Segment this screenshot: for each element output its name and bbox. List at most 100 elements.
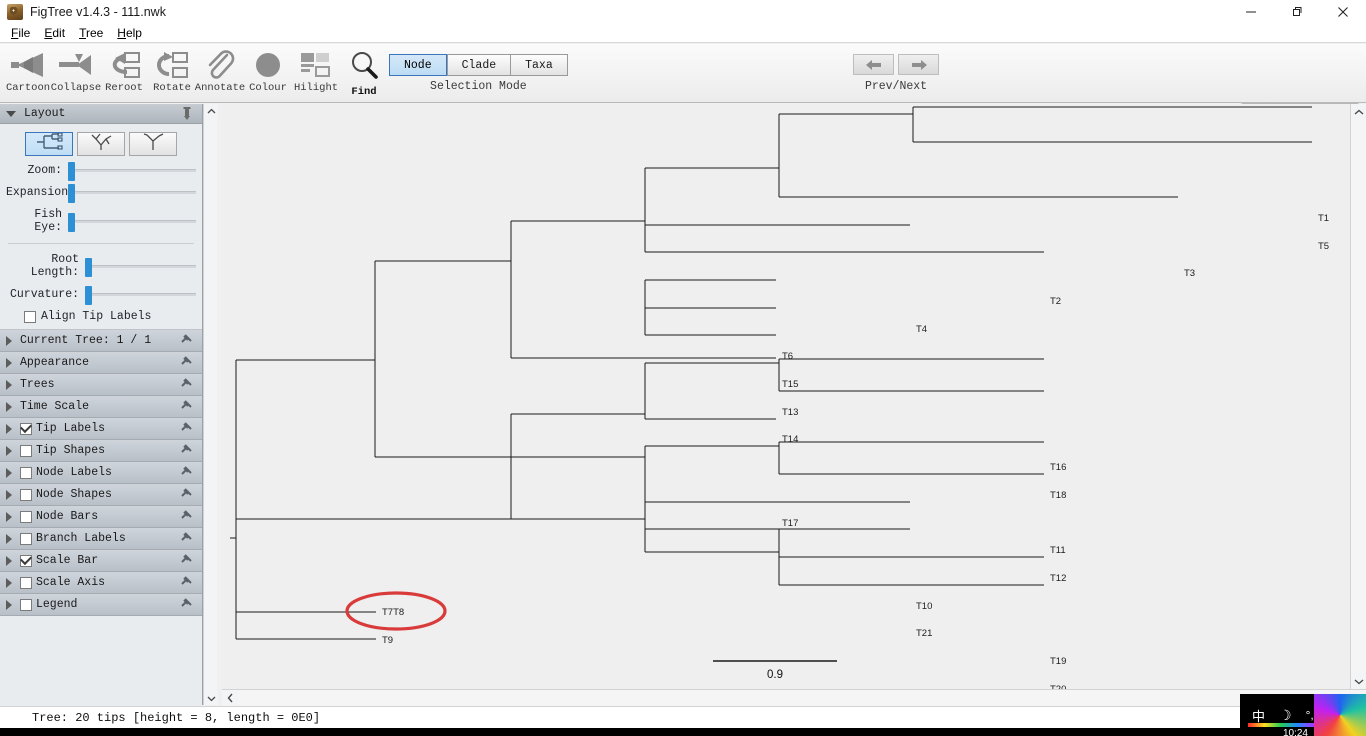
- align-tip-labels-row[interactable]: Align Tip Labels: [6, 310, 196, 325]
- sidebar-item-scale-bar[interactable]: Scale Bar: [0, 550, 202, 572]
- rootlength-slider-thumb[interactable]: [85, 257, 92, 277]
- sidebar-item-current-tree[interactable]: Current Tree: 1 / 1: [0, 330, 202, 352]
- sidebar-item-node-bars[interactable]: Node Bars: [0, 506, 202, 528]
- chevron-right-icon[interactable]: [6, 599, 12, 610]
- sidebar-scroll-down-button[interactable]: [204, 691, 218, 705]
- menu-help[interactable]: Help: [110, 25, 149, 41]
- sidebar-item-trees[interactable]: Trees: [0, 374, 202, 396]
- node-bars-checkbox[interactable]: [20, 510, 32, 523]
- pin-icon[interactable]: [180, 531, 193, 549]
- polar-layout-button[interactable]: [77, 132, 125, 156]
- chevron-right-icon[interactable]: [6, 467, 12, 478]
- curvature-slider[interactable]: [85, 286, 196, 305]
- branch-labels-checkbox[interactable]: [20, 532, 32, 545]
- pin-icon[interactable]: [180, 553, 193, 571]
- pin-icon[interactable]: [180, 377, 193, 395]
- cartoon-button[interactable]: Cartoon: [4, 46, 52, 102]
- pin-icon[interactable]: [180, 487, 193, 505]
- align-tip-labels-checkbox[interactable]: [24, 310, 36, 323]
- pin-icon[interactable]: [180, 509, 193, 527]
- sidebar-item-tip-labels[interactable]: Tip Labels: [0, 418, 202, 440]
- tree-scroll-up-button[interactable]: [1351, 104, 1366, 120]
- pin-icon[interactable]: [180, 465, 193, 483]
- zoom-slider-thumb[interactable]: [68, 162, 75, 181]
- fisheye-slider-thumb[interactable]: [68, 212, 75, 232]
- chevron-right-icon[interactable]: [6, 511, 12, 522]
- moon-icon[interactable]: ☽: [1279, 707, 1292, 724]
- radial-layout-button[interactable]: [129, 132, 177, 156]
- next-button[interactable]: [898, 54, 939, 75]
- pin-icon[interactable]: [180, 421, 193, 439]
- fisheye-slider[interactable]: [68, 212, 196, 232]
- sidebar-item-branch-labels[interactable]: Branch Labels: [0, 528, 202, 550]
- node-shapes-checkbox[interactable]: [20, 488, 32, 501]
- tree-scroll-left-button[interactable]: [222, 690, 238, 706]
- node-labels-checkbox[interactable]: [20, 466, 32, 479]
- collapse-button[interactable]: Collapse: [51, 46, 101, 102]
- chevron-right-icon[interactable]: [6, 577, 12, 588]
- sidebar-scroll-up-button[interactable]: [204, 104, 218, 118]
- ime-indicator[interactable]: 中: [1252, 706, 1265, 725]
- pin-icon[interactable]: [180, 443, 193, 461]
- rectangular-layout-button[interactable]: [25, 131, 73, 156]
- tree-horizontal-scrollbar[interactable]: [222, 689, 1366, 706]
- sidebar-scrollbar[interactable]: [203, 104, 218, 705]
- legend-checkbox[interactable]: [20, 598, 32, 611]
- tree-canvas[interactable]: T1 T5 T3 T2 T4 T6 T15 T13 T14 T16 T18 T1…: [222, 104, 1350, 705]
- prev-button[interactable]: [853, 54, 894, 75]
- colour-button[interactable]: Colour: [244, 46, 292, 102]
- chevron-right-icon[interactable]: [6, 445, 12, 456]
- chevron-right-icon[interactable]: [6, 555, 12, 566]
- minimize-button[interactable]: [1228, 0, 1274, 24]
- scale-bar-checkbox[interactable]: [20, 554, 32, 567]
- sidebar-item-node-labels[interactable]: Node Labels: [0, 462, 202, 484]
- tree-vertical-scrollbar[interactable]: [1350, 104, 1366, 689]
- selection-mode-clade[interactable]: Clade: [446, 54, 511, 76]
- expansion-slider-thumb[interactable]: [68, 184, 75, 203]
- sidebar-label-node-bars: Node Bars: [36, 510, 99, 523]
- tip-label: T17: [782, 518, 798, 529]
- chevron-right-icon[interactable]: [6, 401, 12, 412]
- pin-icon[interactable]: [180, 355, 193, 373]
- tip-labels-checkbox[interactable]: [20, 422, 32, 435]
- layout-panel-header[interactable]: Layout: [0, 104, 202, 124]
- selection-mode-node[interactable]: Node: [389, 54, 447, 76]
- pin-icon[interactable]: [180, 575, 193, 593]
- tip-shapes-checkbox[interactable]: [20, 444, 32, 457]
- scale-axis-checkbox[interactable]: [20, 576, 32, 589]
- chevron-right-icon[interactable]: [6, 335, 12, 346]
- curvature-slider-thumb[interactable]: [85, 286, 92, 305]
- expansion-slider[interactable]: [68, 184, 196, 203]
- menu-edit[interactable]: Edit: [37, 25, 72, 41]
- tree-scroll-down-button[interactable]: [1351, 673, 1366, 689]
- sidebar-item-legend[interactable]: Legend: [0, 594, 202, 616]
- chevron-down-icon: [6, 110, 16, 117]
- pin-icon[interactable]: [180, 333, 193, 351]
- selection-mode-taxa[interactable]: Taxa: [510, 54, 568, 76]
- chevron-right-icon[interactable]: [6, 423, 12, 434]
- maximize-button[interactable]: [1274, 0, 1320, 24]
- reroot-button[interactable]: Reroot: [100, 46, 148, 102]
- menu-file[interactable]: File: [4, 25, 37, 41]
- sidebar-item-appearance[interactable]: Appearance: [0, 352, 202, 374]
- chevron-right-icon[interactable]: [6, 379, 12, 390]
- hilight-button[interactable]: Hilight: [292, 46, 340, 102]
- sidebar-item-time-scale[interactable]: Time Scale: [0, 396, 202, 418]
- chevron-right-icon[interactable]: [6, 357, 12, 368]
- zoom-slider[interactable]: [68, 162, 196, 181]
- rootlength-slider[interactable]: [85, 257, 196, 277]
- close-button[interactable]: [1320, 0, 1366, 24]
- pin-icon[interactable]: [181, 107, 193, 126]
- find-button[interactable]: Find: [340, 46, 388, 102]
- chevron-right-icon[interactable]: [6, 533, 12, 544]
- menu-tree[interactable]: Tree: [72, 25, 110, 41]
- tip-label: T10: [916, 601, 932, 612]
- sidebar-item-tip-shapes[interactable]: Tip Shapes: [0, 440, 202, 462]
- rotate-button[interactable]: Rotate: [148, 46, 196, 102]
- sidebar-item-node-shapes[interactable]: Node Shapes: [0, 484, 202, 506]
- chevron-right-icon[interactable]: [6, 489, 12, 500]
- sidebar-item-scale-axis[interactable]: Scale Axis: [0, 572, 202, 594]
- annotate-button[interactable]: Annotate: [195, 46, 245, 102]
- pin-icon[interactable]: [180, 597, 193, 615]
- pin-icon[interactable]: [180, 399, 193, 417]
